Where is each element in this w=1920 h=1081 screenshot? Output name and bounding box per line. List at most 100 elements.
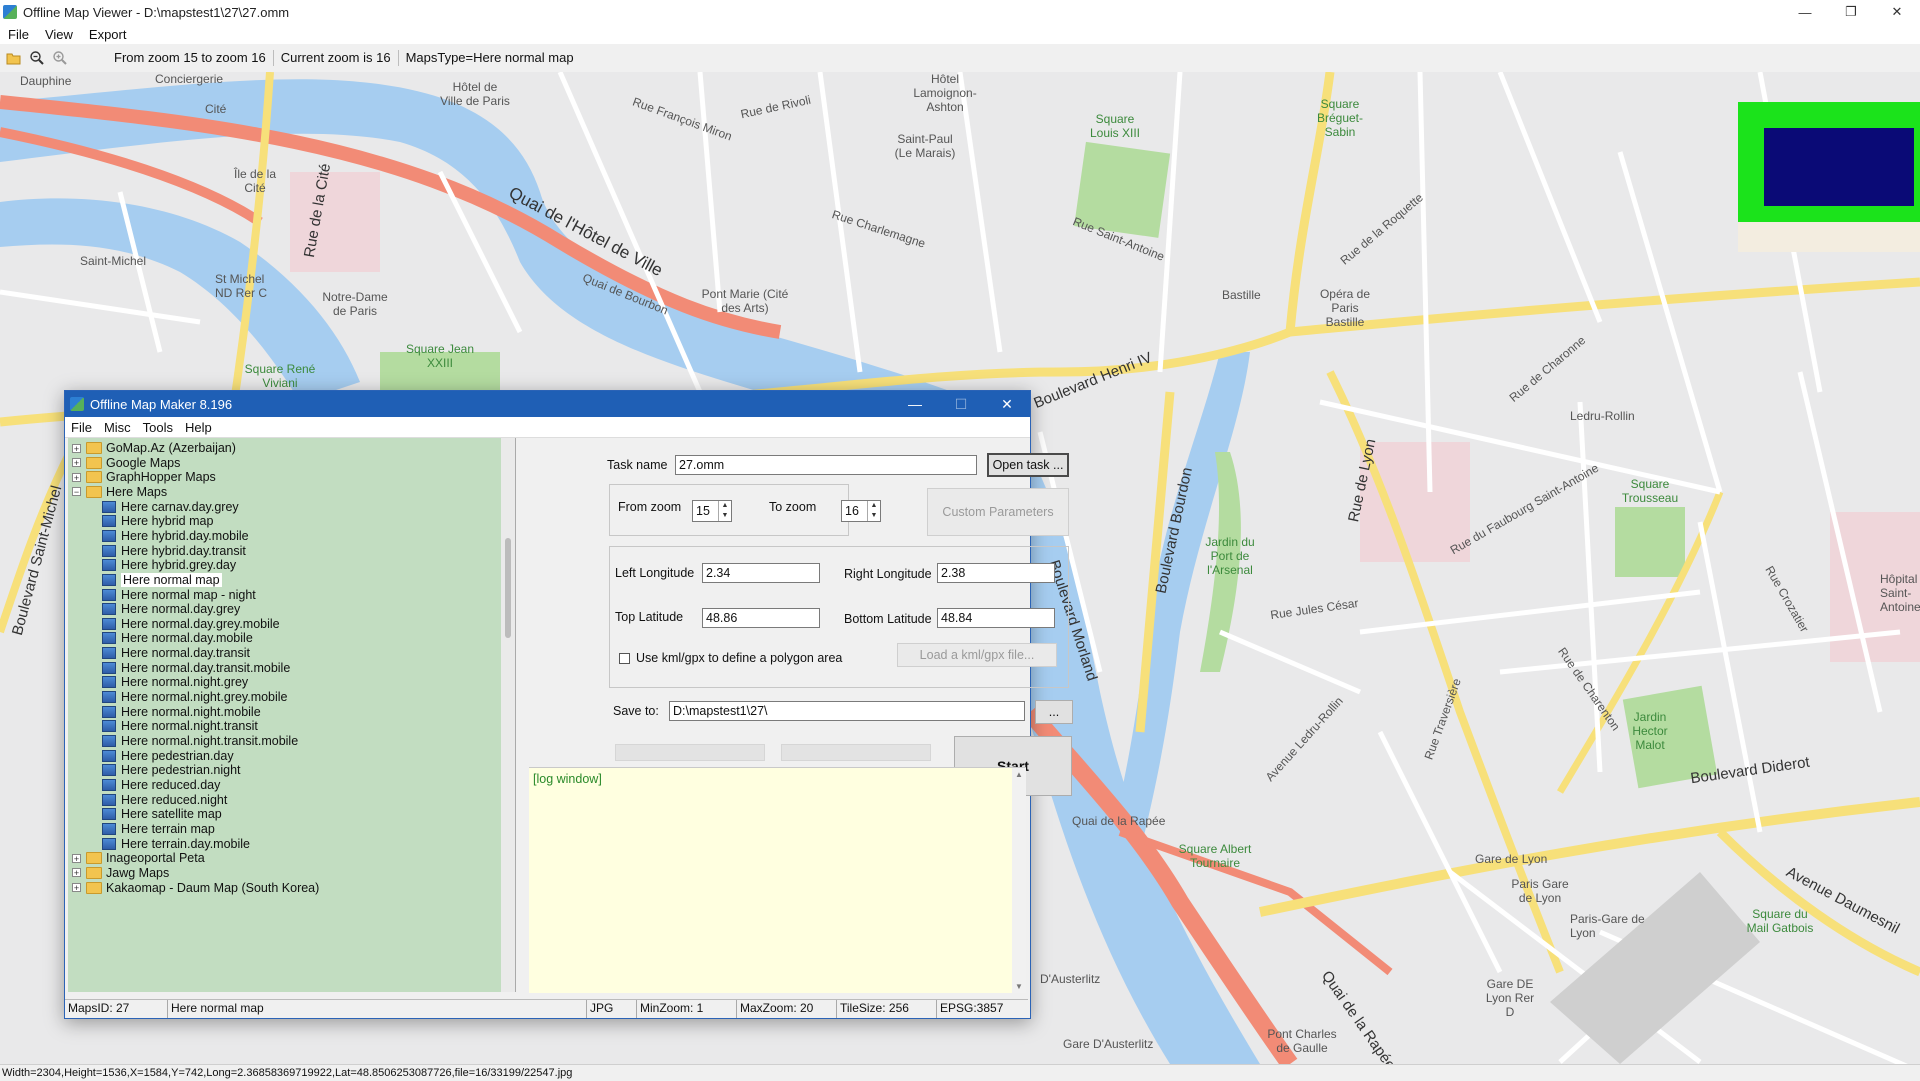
map-layer-icon bbox=[102, 778, 116, 791]
map-label-square-mail-gatbois: Square du Mail Gatbois bbox=[1746, 907, 1814, 935]
browse-folder-button[interactable]: ... bbox=[1035, 700, 1073, 724]
top-latitude-input[interactable]: 48.86 bbox=[702, 608, 820, 628]
folder-icon bbox=[86, 881, 102, 894]
map-layer-icon bbox=[102, 793, 116, 806]
collapse-icon[interactable]: − bbox=[72, 487, 81, 497]
task-name-input[interactable]: 27.omm bbox=[675, 455, 977, 475]
dialog-menu-help[interactable]: Help bbox=[179, 420, 218, 435]
right-longitude-input[interactable]: 2.38 bbox=[937, 563, 1055, 583]
close-button[interactable]: ✕ bbox=[1874, 0, 1920, 24]
from-zoom-value: 15 bbox=[696, 504, 710, 518]
expand-icon[interactable]: + bbox=[72, 853, 81, 863]
left-longitude-input[interactable]: 2.34 bbox=[702, 563, 820, 583]
map-layer-icon bbox=[102, 529, 116, 542]
dialog-menu-misc[interactable]: Misc bbox=[98, 420, 137, 435]
map-layer-icon bbox=[102, 500, 116, 513]
map-label-paris-gare-de-lyon: Paris Gare de Lyon bbox=[1511, 877, 1569, 905]
tree-scroll-thumb[interactable] bbox=[505, 538, 511, 638]
log-scroll-up-icon[interactable]: ▲ bbox=[1015, 770, 1023, 779]
map-label-square-louis-xiii: Square Louis XIII bbox=[1089, 112, 1141, 140]
overview-minimap[interactable] bbox=[1738, 102, 1920, 252]
status-max-zoom: MaxZoom: 20 bbox=[737, 1000, 837, 1018]
menu-view[interactable]: View bbox=[37, 27, 81, 42]
map-layer-icon bbox=[102, 617, 116, 630]
save-to-label: Save to: bbox=[613, 704, 659, 718]
map-layer-icon bbox=[102, 559, 116, 572]
menu-file[interactable]: File bbox=[0, 27, 37, 42]
expand-icon[interactable]: + bbox=[72, 472, 81, 482]
map-layer-icon bbox=[102, 837, 116, 850]
map-layer-icon bbox=[102, 735, 116, 747]
from-zoom-label: From zoom bbox=[618, 500, 682, 514]
log-window[interactable]: [log window] ▲ ▼ bbox=[529, 767, 1026, 993]
map-source-tree[interactable]: + GoMap.Az (Azerbaijan) + Google Maps + Graph… bbox=[68, 438, 516, 992]
expand-icon[interactable]: + bbox=[72, 883, 81, 893]
map-label-st-michel-rer: St Michel ND Rer C bbox=[215, 272, 268, 300]
open-task-button[interactable]: Open task ... bbox=[987, 453, 1069, 477]
window-title: Offline Map Viewer - D:\mapstest1\27\27.… bbox=[23, 4, 290, 20]
dialog-controls: — ☐ ✕ bbox=[892, 391, 1030, 417]
zoom-range-text: From zoom 15 to zoom 16 bbox=[107, 50, 274, 66]
dialog-close-button[interactable]: ✕ bbox=[984, 391, 1030, 417]
current-zoom-text: Current zoom is 16 bbox=[274, 50, 399, 66]
folder-icon bbox=[86, 471, 102, 484]
to-zoom-value: 16 bbox=[845, 504, 859, 518]
log-scrollbar[interactable]: ▲ ▼ bbox=[1012, 768, 1026, 993]
custom-parameters-button[interactable]: Custom Parameters bbox=[927, 488, 1069, 536]
map-label-gare-rer-d: Gare DE Lyon Rer D bbox=[1485, 977, 1535, 1019]
map-label-d-austerlitz: D'Austerlitz bbox=[1040, 972, 1101, 986]
map-label-pont-marie: Pont Marie (Cité des Arts) bbox=[701, 287, 789, 315]
restore-button[interactable]: ❐ bbox=[1828, 0, 1874, 24]
dialog-titlebar: Offline Map Maker 8.196 — ☐ ✕ bbox=[65, 391, 1030, 417]
log-text: [log window] bbox=[533, 772, 602, 786]
map-layer-icon bbox=[102, 603, 116, 616]
load-kml-button[interactable]: Load a kml/gpx file... bbox=[897, 643, 1057, 667]
map-layer-icon bbox=[102, 676, 116, 689]
map-maker-dialog: Offline Map Maker 8.196 — ☐ ✕ File Misc … bbox=[64, 390, 1073, 1019]
menu-export[interactable]: Export bbox=[81, 27, 135, 42]
expand-icon[interactable]: + bbox=[72, 443, 81, 453]
to-zoom-arrows[interactable]: ▲ ▼ bbox=[867, 501, 880, 521]
tree-folder-item[interactable]: + Kakaomap - Daum Map (South Korea) bbox=[72, 879, 319, 897]
map-label-square-rene-viviani: Square René Viviani bbox=[244, 362, 316, 390]
task-name-label: Task name bbox=[607, 458, 668, 472]
viewer-statusbar: Width=2304,Height=1536,X=1584,Y=742,Long… bbox=[0, 1064, 1920, 1080]
map-label-gare-austerlitz: Gare D'Austerlitz bbox=[1063, 1037, 1154, 1051]
map-layer-icon bbox=[102, 573, 116, 586]
expand-icon[interactable]: + bbox=[72, 458, 81, 468]
tree-item-label: Kakaomap - Daum Map (South Korea) bbox=[106, 880, 320, 895]
dialog-maximize-button[interactable]: ☐ bbox=[938, 391, 984, 417]
tree-scrollbar[interactable] bbox=[501, 438, 515, 992]
progress-bar-2 bbox=[781, 744, 931, 761]
zoom-in-icon[interactable] bbox=[51, 49, 69, 67]
bottom-latitude-input[interactable]: 48.84 bbox=[937, 608, 1055, 628]
dialog-statusbar: MapsID: 27 Here normal map JPG MinZoom: … bbox=[65, 999, 1028, 1018]
kml-polygon-checkbox[interactable] bbox=[619, 653, 630, 664]
toolbar: From zoom 15 to zoom 16 Current zoom is … bbox=[0, 44, 1920, 73]
map-layer-icon bbox=[102, 515, 116, 528]
open-folder-icon[interactable] bbox=[5, 49, 23, 67]
dialog-menu-file[interactable]: File bbox=[65, 420, 98, 435]
to-zoom-spinner[interactable]: 16 ▲ ▼ bbox=[841, 500, 881, 522]
folder-icon bbox=[86, 485, 102, 498]
map-label-notre-dame: Notre-Dame de Paris bbox=[322, 290, 388, 318]
folder-icon bbox=[86, 456, 102, 469]
folder-icon bbox=[86, 442, 102, 454]
bottom-latitude-label: Bottom Latitude bbox=[844, 612, 932, 626]
overview-viewport[interactable] bbox=[1764, 128, 1914, 206]
dialog-menu-tools[interactable]: Tools bbox=[137, 420, 179, 435]
zoom-out-icon[interactable] bbox=[28, 49, 46, 67]
save-to-input[interactable]: D:\mapstest1\27\ bbox=[669, 701, 1025, 721]
log-scroll-down-icon[interactable]: ▼ bbox=[1015, 982, 1023, 991]
map-label-paris-gare-de-lyon-2: Paris-Gare de Lyon bbox=[1570, 912, 1645, 940]
minimize-button[interactable]: — bbox=[1782, 0, 1828, 24]
map-label-ledru-rollin: Ledru-Rollin bbox=[1570, 409, 1635, 423]
map-layer-icon bbox=[102, 749, 116, 762]
map-label-square-breguet-sabin: Square Bréguet-Sabin bbox=[1316, 97, 1364, 139]
status-format: JPG bbox=[587, 1000, 637, 1018]
folder-icon bbox=[86, 852, 102, 865]
dialog-minimize-button[interactable]: — bbox=[892, 391, 938, 417]
from-zoom-arrows[interactable]: ▲ ▼ bbox=[718, 501, 731, 521]
from-zoom-spinner[interactable]: 15 ▲ ▼ bbox=[692, 500, 732, 522]
expand-icon[interactable]: + bbox=[72, 868, 81, 878]
